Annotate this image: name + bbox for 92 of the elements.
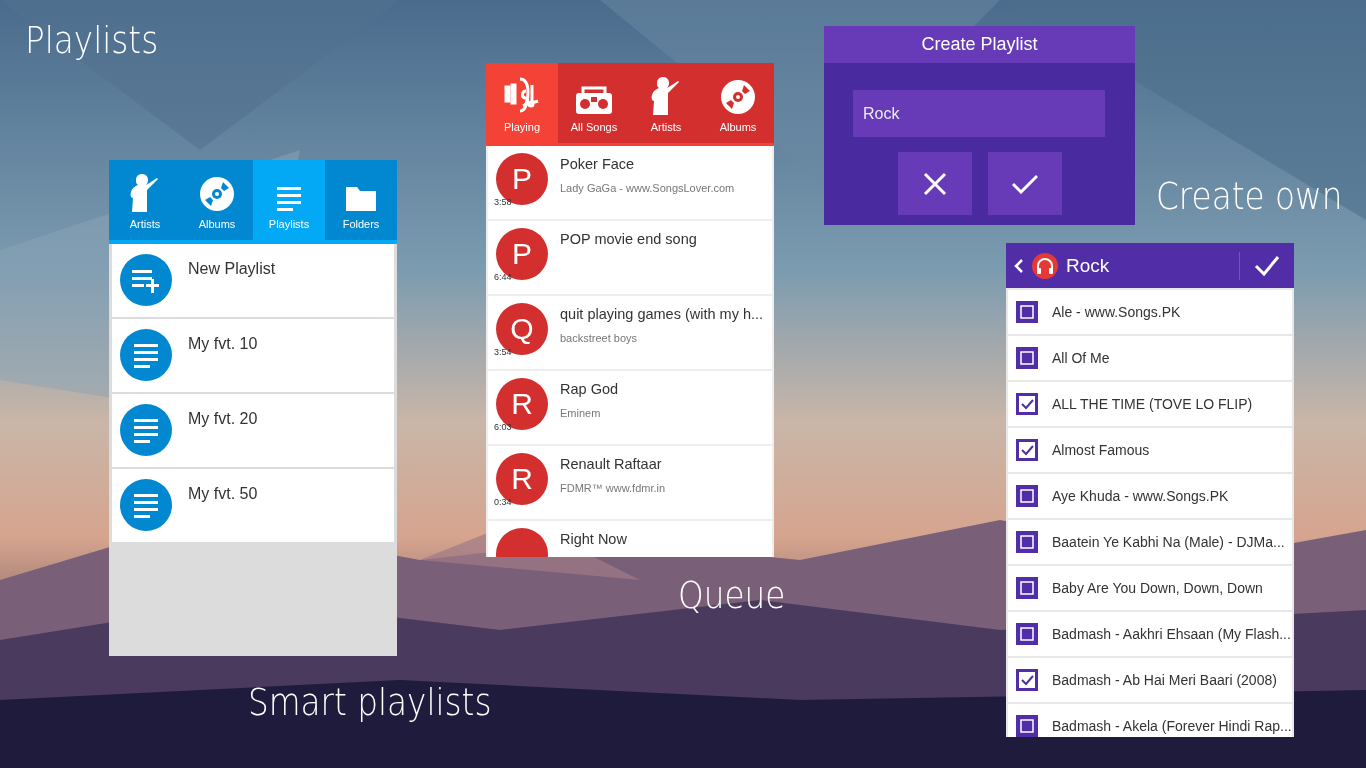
song-artist: FDMR™ www.fdmr.in bbox=[560, 482, 666, 494]
list-icon bbox=[132, 341, 160, 369]
song-duration: 6:03 bbox=[494, 422, 512, 432]
playlist-title: My fvt. 50 bbox=[188, 485, 258, 503]
caption: Create own bbox=[1156, 174, 1343, 218]
song-duration: 3:54 bbox=[494, 347, 512, 357]
check-icon bbox=[1011, 173, 1038, 194]
checkbox[interactable] bbox=[1016, 531, 1038, 553]
playlist-name: Rock bbox=[1066, 254, 1110, 277]
song-title: Renault Raftaar bbox=[560, 456, 663, 472]
song-row[interactable]: Badmash - Ab Hai Meri Baari (2008) bbox=[1008, 658, 1292, 702]
song-row[interactable]: Baby Are You Down, Down, Down bbox=[1008, 566, 1292, 610]
song-title: Badmash - Ab Hai Meri Baari (2008) bbox=[1052, 672, 1277, 688]
song-title: ALL THE TIME (TOVE LO FLIP) bbox=[1052, 396, 1253, 412]
playlist-row[interactable]: My fvt. 20 bbox=[112, 394, 394, 467]
close-icon bbox=[922, 171, 947, 196]
tab[interactable]: Folders bbox=[325, 160, 397, 240]
song-title: Baatein Ye Kabhi Na (Male) - DJMa... bbox=[1052, 534, 1285, 550]
song-row[interactable]: ALL THE TIME (TOVE LO FLIP) bbox=[1008, 382, 1292, 426]
song-artist: backstreet boys bbox=[560, 332, 639, 344]
boombox-icon bbox=[575, 85, 613, 115]
singer-icon bbox=[651, 75, 681, 115]
song-row[interactable]: Badmash - Akela (Forever Hindi Rap... bbox=[1008, 704, 1292, 737]
cancel-button[interactable] bbox=[897, 152, 972, 215]
tab[interactable]: Albums bbox=[702, 63, 774, 143]
checkbox[interactable] bbox=[1016, 439, 1038, 461]
checkbox[interactable] bbox=[1016, 623, 1038, 645]
song-duration: 0:34 bbox=[494, 497, 512, 507]
song-title: Baby Are You Down, Down, Down bbox=[1052, 580, 1263, 596]
song-row[interactable]: Aye Khuda - www.Songs.PK bbox=[1008, 474, 1292, 518]
list-icon bbox=[132, 416, 160, 444]
checkbox[interactable] bbox=[1016, 485, 1038, 507]
dialog-title: Create Playlist bbox=[824, 26, 1135, 63]
song-title: POP movie end song bbox=[560, 231, 697, 247]
song-title: quit playing games (with my h... bbox=[560, 306, 764, 322]
list-icon bbox=[132, 491, 160, 519]
song-duration: 3:58 bbox=[494, 197, 512, 207]
song-title: Poker Face bbox=[560, 156, 636, 172]
tab[interactable]: All Songs bbox=[558, 63, 630, 143]
song-title: Right Now bbox=[560, 531, 627, 547]
song-row[interactable]: Baatein Ye Kabhi Na (Male) - DJMa... bbox=[1008, 520, 1292, 564]
playlist-row[interactable]: New Playlist bbox=[112, 244, 394, 317]
song-row[interactable]: R 6:03 Rap God Eminem bbox=[488, 371, 772, 444]
caption: Smart playlists bbox=[248, 680, 492, 724]
song-duration: 6:44 bbox=[494, 272, 512, 282]
song-title: Badmash - Aakhri Ehsaan (My Flash... bbox=[1052, 626, 1291, 642]
singer-icon bbox=[130, 172, 160, 212]
check-icon[interactable] bbox=[1254, 254, 1280, 277]
checkbox[interactable] bbox=[1016, 393, 1038, 415]
song-row[interactable]: P 3:58 Poker Face Lady GaGa - www.SongsLover.com bbox=[488, 146, 772, 219]
song-title: All Of Me bbox=[1052, 350, 1110, 366]
checkbox[interactable] bbox=[1016, 301, 1038, 323]
song-row[interactable]: All Of Me bbox=[1008, 336, 1292, 380]
name-field[interactable]: Rock bbox=[853, 90, 1105, 137]
speaker-note-icon bbox=[504, 75, 540, 115]
tab[interactable]: Artists bbox=[630, 63, 702, 143]
list-icon bbox=[275, 184, 303, 212]
song-row[interactable]: Almost Famous bbox=[1008, 428, 1292, 472]
caption: Queue bbox=[678, 573, 786, 617]
checkbox[interactable] bbox=[1016, 347, 1038, 369]
song-title: Rap God bbox=[560, 381, 619, 397]
playlist-title: My fvt. 10 bbox=[188, 335, 258, 353]
tab[interactable]: Playing bbox=[486, 63, 558, 143]
checkbox[interactable] bbox=[1016, 577, 1038, 599]
song-row[interactable]: P 6:44 POP movie end song bbox=[488, 221, 772, 294]
song-row[interactable]: Ale - www.Songs.PK bbox=[1008, 290, 1292, 334]
song-title: Almost Famous bbox=[1052, 442, 1150, 458]
song-title: Aye Khuda - www.Songs.PK bbox=[1052, 488, 1229, 504]
playlist-title: My fvt. 20 bbox=[188, 410, 258, 428]
song-title: Badmash - Akela (Forever Hindi Rap... bbox=[1052, 718, 1292, 734]
playlist-row[interactable]: My fvt. 50 bbox=[112, 469, 394, 542]
folder-icon bbox=[345, 184, 377, 212]
song-artist: Lady GaGa - www.SongsLover.com bbox=[560, 182, 735, 194]
checkbox[interactable] bbox=[1016, 715, 1038, 737]
song-row[interactable]: Badmash - Aakhri Ehsaan (My Flash... bbox=[1008, 612, 1292, 656]
song-title: Ale - www.Songs.PK bbox=[1052, 304, 1181, 320]
song-row[interactable]: Q 3:54 quit playing games (with my h... backstreet boys bbox=[488, 296, 772, 369]
checkbox[interactable] bbox=[1016, 669, 1038, 691]
headphones-icon bbox=[1032, 252, 1058, 279]
song-artist: Eminem bbox=[560, 407, 602, 419]
back-icon[interactable] bbox=[1014, 257, 1024, 274]
tab[interactable]: Albums bbox=[181, 160, 253, 240]
playlist-row[interactable]: My fvt. 10 bbox=[112, 319, 394, 392]
disc-icon bbox=[720, 79, 756, 115]
caption: Playlists bbox=[25, 18, 159, 62]
playlist-title: New Playlist bbox=[188, 260, 276, 278]
song-row[interactable]: R 0:34 Renault Raftaar FDMR™ www.fdmr.in bbox=[488, 446, 772, 519]
confirm-button[interactable] bbox=[987, 152, 1062, 215]
tab[interactable]: Artists bbox=[109, 160, 181, 240]
disc-icon bbox=[199, 176, 235, 212]
song-row[interactable]: Right Now bbox=[488, 521, 772, 557]
add-to-list-icon bbox=[132, 267, 160, 293]
